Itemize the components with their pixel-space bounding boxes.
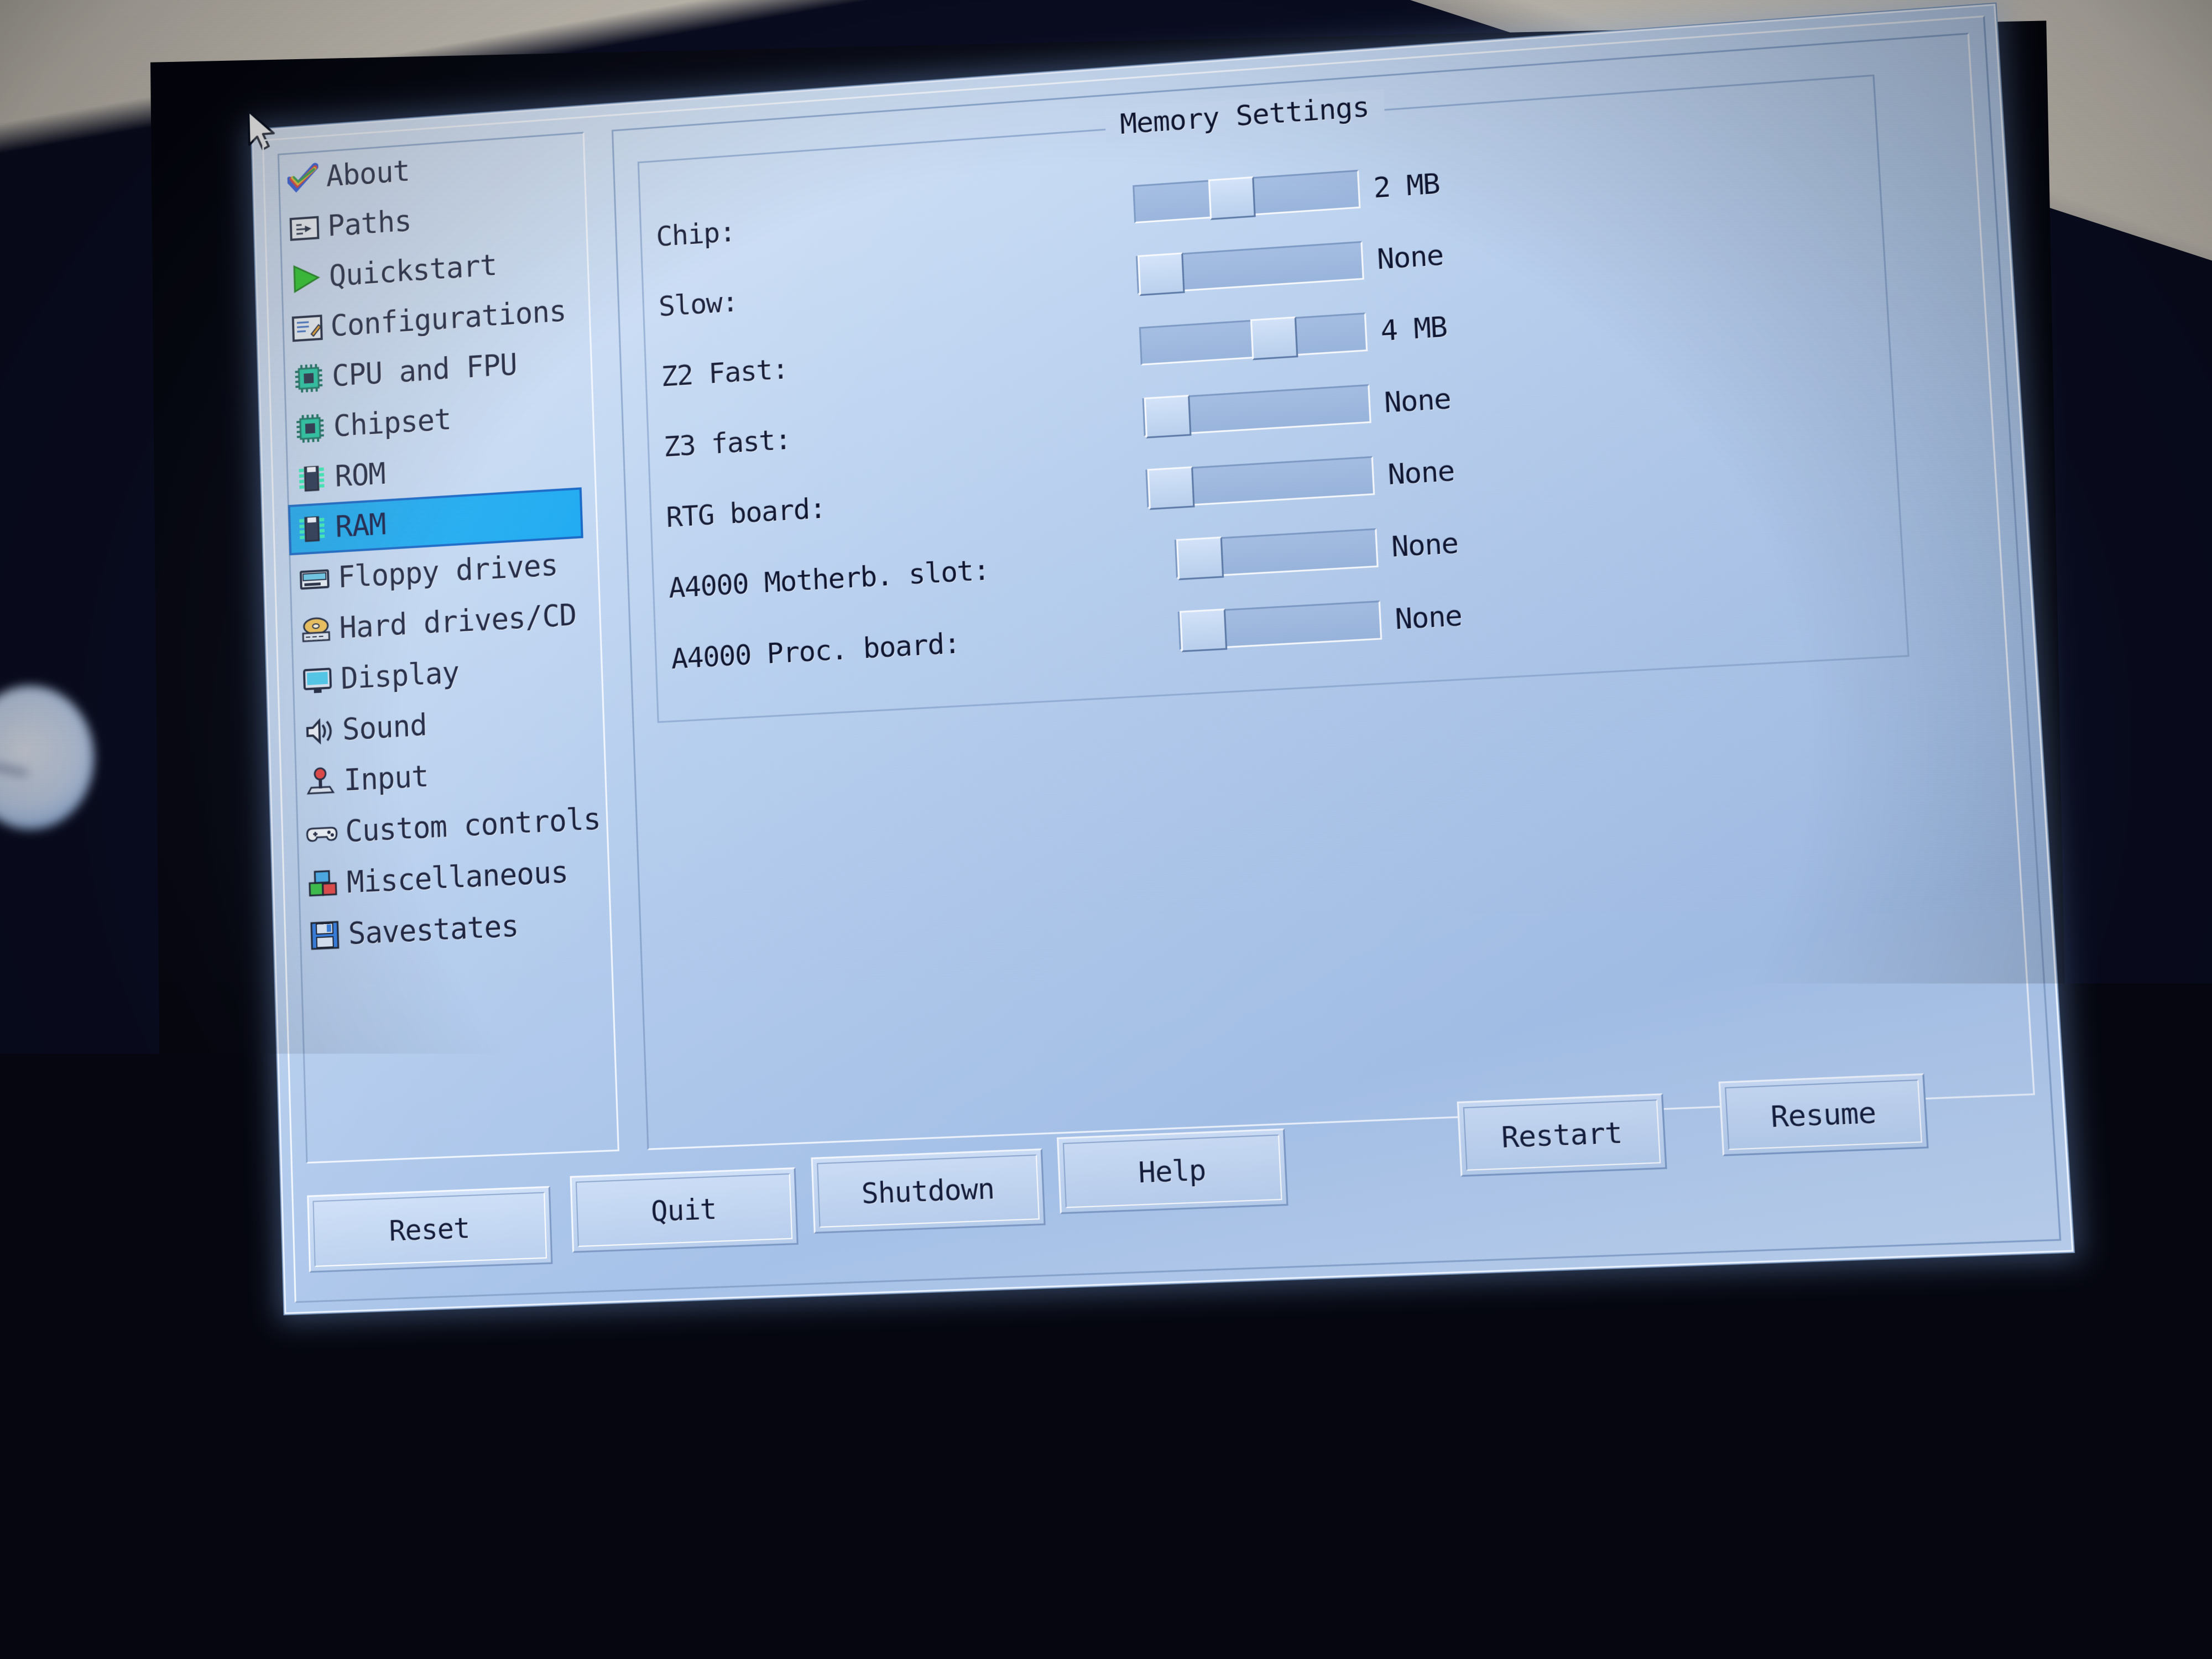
sidebar-item-label: About xyxy=(326,156,410,191)
quit-button[interactable]: Quit xyxy=(570,1167,798,1253)
sidebar-item-label: Floppy drives xyxy=(337,550,558,592)
shutdown-button[interactable]: Shutdown xyxy=(811,1149,1046,1234)
memory-row-label: Chip: xyxy=(655,216,735,253)
memory-row-value: 2 MB xyxy=(1373,167,1440,205)
memory-row-label: A4000 Proc. board: xyxy=(671,627,961,675)
memory-row-value: None xyxy=(1384,382,1452,419)
gamepad-icon xyxy=(306,816,338,850)
speaker-icon xyxy=(302,714,335,748)
paths-document-icon xyxy=(288,211,320,245)
memory-row-value: None xyxy=(1391,526,1459,564)
reset-button-label: Reset xyxy=(389,1212,470,1248)
memory-slider[interactable] xyxy=(1175,528,1379,578)
sidebar-item-label: Sound xyxy=(342,711,427,745)
memory-row-value: None xyxy=(1387,454,1455,491)
memory-row-value: 4 MB xyxy=(1380,310,1448,347)
memory-row-label: A4000 Motherb. slot: xyxy=(668,554,990,604)
sidebar-item-label: Savestates xyxy=(348,911,519,949)
memory-row-label: RTG board: xyxy=(666,492,826,534)
sidebar-item-label: Input xyxy=(343,761,429,796)
harddisk-cd-icon xyxy=(300,613,332,647)
memory-slider[interactable] xyxy=(1139,312,1368,366)
reset-button[interactable]: Reset xyxy=(307,1186,552,1273)
config-list-icon xyxy=(291,311,324,345)
sidebar-item-label: Hard drives/CD xyxy=(339,600,577,643)
memory-row-label: Slow: xyxy=(658,285,738,323)
sidebar-item-label: Display xyxy=(341,658,460,694)
chipset-chip-icon xyxy=(294,411,326,445)
shutdown-button-label: Shutdown xyxy=(861,1172,995,1211)
restart-button-label: Restart xyxy=(1500,1115,1623,1154)
help-button-label: Help xyxy=(1138,1153,1207,1190)
green-play-icon xyxy=(290,261,322,295)
sidebar-item-label: Custom controls xyxy=(345,804,601,847)
rainbow-check-icon xyxy=(287,161,319,195)
winuae-settings-dialog: About Paths Quickstart Configurations CPU an… xyxy=(252,4,2074,1314)
memory-slider-thumb[interactable] xyxy=(1147,466,1194,510)
memory-settings-title: Memory Settings xyxy=(1104,90,1385,142)
resume-button[interactable]: Resume xyxy=(1719,1073,1929,1156)
monitor: SAMSUNG About Paths Quickstart Configuratio… xyxy=(133,11,2101,1615)
quit-button-label: Quit xyxy=(650,1192,717,1228)
memory-row-label: Z3 fast: xyxy=(663,423,791,463)
memory-slider[interactable] xyxy=(1136,241,1364,294)
memory-slider-thumb[interactable] xyxy=(1144,395,1192,439)
memory-settings-fieldset: Memory Settings Chip: 2 MB Slow: None Z2 Fas… xyxy=(638,75,1910,723)
resume-button-label: Resume xyxy=(1770,1095,1877,1134)
memory-row-value: None xyxy=(1394,599,1463,636)
sidebar-item-label: Quickstart xyxy=(328,251,497,291)
rom-module-icon xyxy=(295,461,327,495)
monitor-icon xyxy=(301,664,334,698)
sidebar-item-label: Paths xyxy=(327,206,412,241)
memory-row-label: Z2 Fast: xyxy=(661,352,789,393)
sidebar-item-label: Chipset xyxy=(333,405,451,441)
sidebar-item-label: Miscellaneous xyxy=(346,857,568,898)
ram-settings-pane: Memory Settings Chip: 2 MB Slow: None Z2 Fas… xyxy=(612,33,2035,1150)
sidebar-item-label: ROM xyxy=(335,459,386,492)
cpu-chip-icon xyxy=(293,361,325,395)
joystick-icon xyxy=(304,765,337,799)
memory-slider[interactable] xyxy=(1178,601,1383,651)
memory-slider-thumb[interactable] xyxy=(1180,608,1228,652)
memory-slider[interactable] xyxy=(1142,384,1371,437)
sidebar-item-label: CPU and FPU xyxy=(332,350,518,391)
memory-slider[interactable] xyxy=(1145,456,1375,508)
sidebar-item-label: Configurations xyxy=(330,296,567,341)
settings-category-list[interactable]: About Paths Quickstart Configurations CPU an… xyxy=(278,132,619,1164)
floppy-drive-icon xyxy=(299,562,331,596)
floppy-disk-save-icon xyxy=(309,918,341,952)
memory-slider-thumb[interactable] xyxy=(1138,252,1185,296)
restart-button[interactable]: Restart xyxy=(1457,1093,1667,1177)
screen-area: About Paths Quickstart Configurations CPU an… xyxy=(133,11,2101,1615)
sidebar-item-label: RAM xyxy=(335,510,387,542)
ram-module-icon xyxy=(296,512,328,546)
memory-slider-thumb[interactable] xyxy=(1250,316,1298,360)
memory-slider-thumb[interactable] xyxy=(1208,176,1256,220)
photo-of-monitor: SAMSUNG About Paths Quickstart Configuratio… xyxy=(0,0,2212,1659)
blocks-icon xyxy=(307,867,340,901)
memory-row-value: None xyxy=(1376,238,1444,275)
help-button[interactable]: Help xyxy=(1057,1128,1288,1214)
memory-slider[interactable] xyxy=(1133,170,1360,223)
memory-slider-thumb[interactable] xyxy=(1176,536,1224,580)
